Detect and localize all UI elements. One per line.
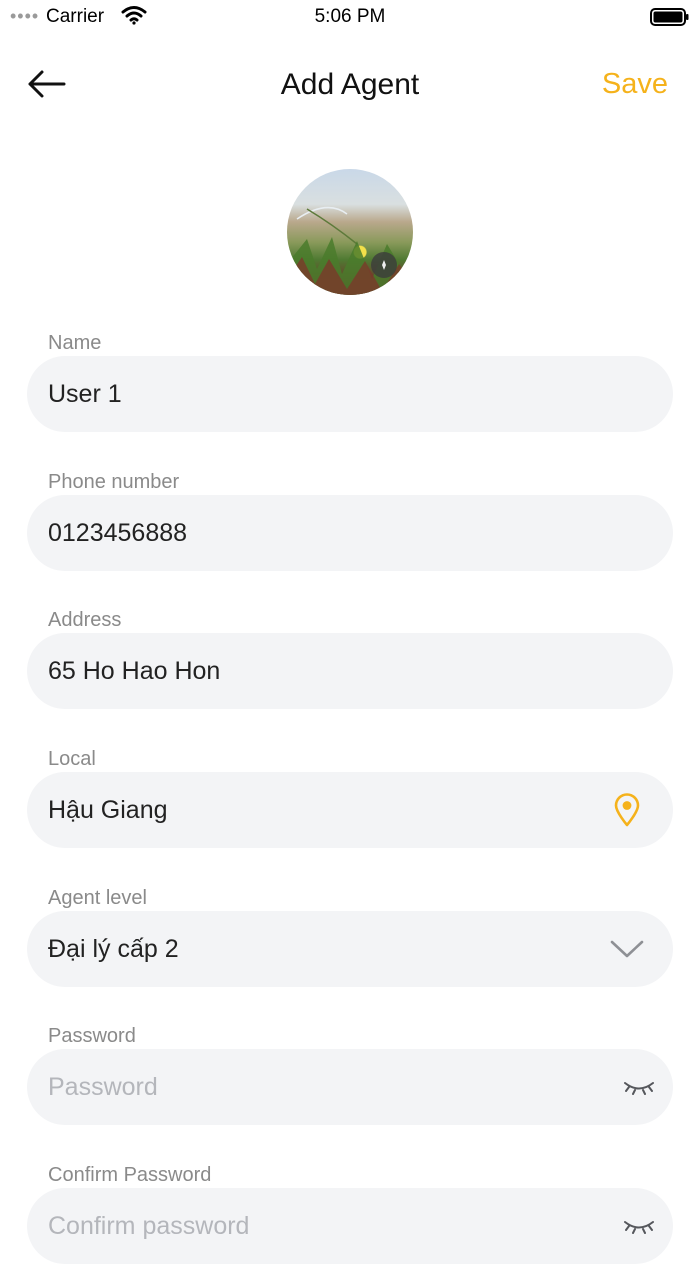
local-field[interactable]: Hậu Giang	[27, 772, 673, 848]
camera-icon[interactable]	[371, 252, 397, 278]
location-pin-icon[interactable]	[609, 792, 645, 828]
agent-level-select[interactable]: Đại lý cấp 2	[27, 911, 673, 987]
local-label: Local	[48, 748, 96, 770]
eye-closed-icon[interactable]	[619, 1069, 659, 1105]
address-field[interactable]: 65 Ho Hao Hon	[27, 633, 673, 709]
confirm-password-label: Confirm Password	[48, 1164, 212, 1186]
confirm-password-placeholder: Confirm password	[48, 1212, 250, 1240]
address-value: 65 Ho Hao Hon	[48, 657, 221, 685]
password-label: Password	[48, 1025, 136, 1047]
local-value: Hậu Giang	[48, 796, 168, 824]
agent-level-label: Agent level	[48, 887, 147, 909]
phone-value: 0123456888	[48, 519, 188, 547]
name-label: Name	[48, 332, 102, 354]
battery-icon	[650, 7, 690, 33]
status-time: 5:06 PM	[314, 6, 386, 27]
phone-label: Phone number	[48, 471, 180, 493]
page-title: Add Agent	[280, 68, 420, 101]
eye-closed-icon[interactable]	[619, 1208, 659, 1244]
save-button[interactable]: Save	[602, 68, 668, 101]
agent-level-value: Đại lý cấp 2	[48, 935, 179, 963]
password-field[interactable]: Password	[27, 1049, 673, 1125]
avatar-photo	[287, 206, 413, 295]
phone-field[interactable]: 0123456888	[27, 495, 673, 571]
name-value: User 1	[48, 380, 122, 408]
avatar[interactable]	[287, 169, 413, 295]
chevron-down-icon[interactable]	[607, 931, 647, 967]
confirm-password-field[interactable]: Confirm password	[27, 1188, 673, 1264]
address-label: Address	[48, 609, 122, 631]
password-placeholder: Password	[48, 1073, 158, 1101]
status-bar: •••• Carrier 5:06 PM	[0, 0, 700, 34]
nav-bar: Add Agent Save	[0, 54, 700, 118]
name-field[interactable]: User 1	[27, 356, 673, 432]
